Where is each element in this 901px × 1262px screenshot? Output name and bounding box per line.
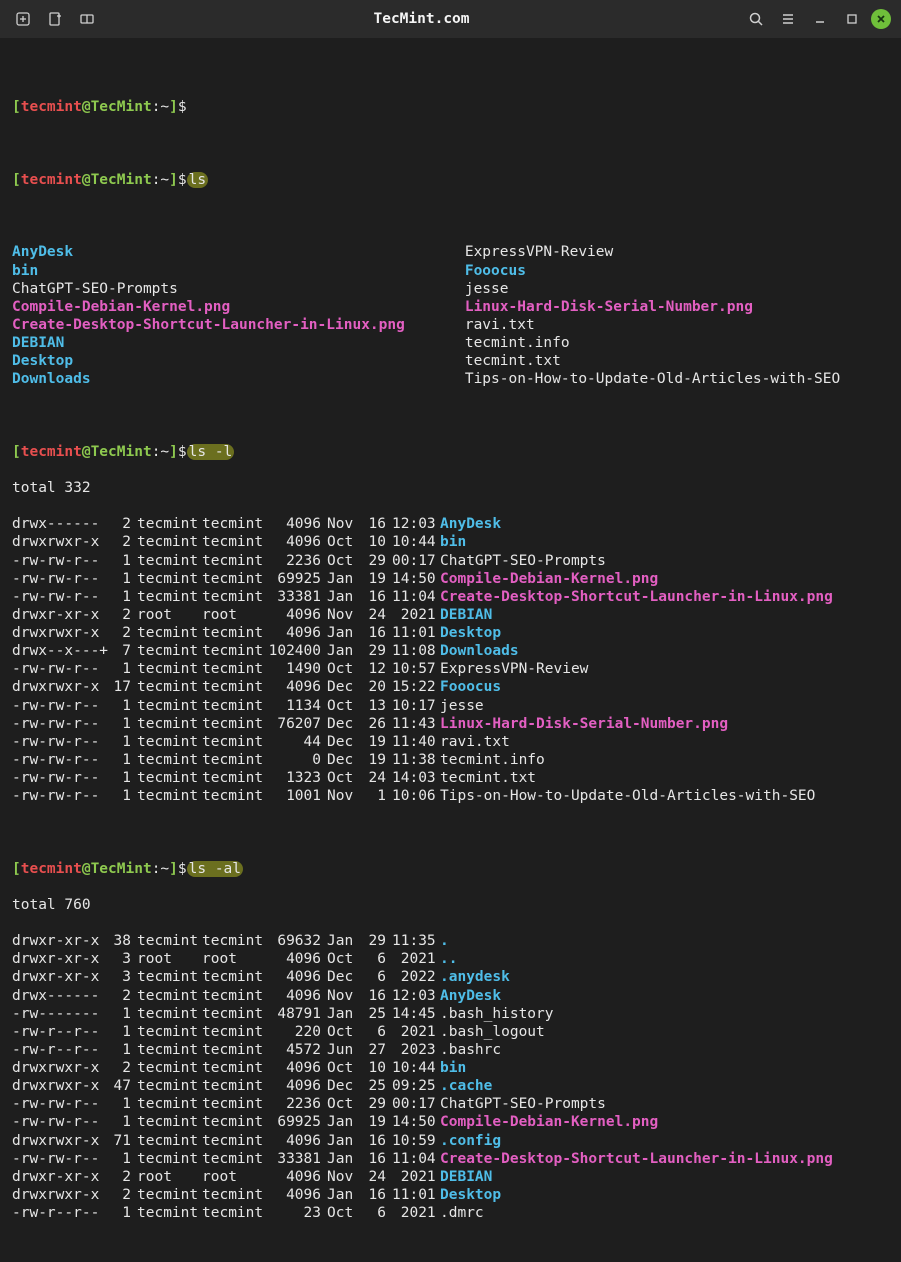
ls-long-row: -rw-r--r--1tecminttecmint23Oct6 2021.dmr… [12, 1204, 889, 1222]
ls-item: AnyDesk [12, 243, 405, 261]
ls-item: ExpressVPN-Review [465, 243, 840, 261]
ls-long-row: -rw-rw-r--1tecminttecmint33381Jan1611:04… [12, 588, 889, 606]
ls-long-row: -rw-------1tecminttecmint48791Jan2514:45… [12, 1005, 889, 1023]
toggle-split-button[interactable] [74, 6, 100, 32]
ls-item: DEBIAN [12, 334, 405, 352]
ls-item: bin [12, 262, 405, 280]
ls-long-row: drwxr-xr-x2rootroot4096Nov24 2021DEBIAN [12, 606, 889, 624]
prompt-line-lsal: [tecmint@TecMint:~]$ls -al [12, 860, 889, 878]
ls-long-row: -rw-rw-r--1tecminttecmint1323Oct2414:03t… [12, 769, 889, 787]
ls-item: ChatGPT-SEO-Prompts [12, 280, 405, 298]
ls-long-row: drwxr-xr-x2rootroot4096Nov24 2021DEBIAN [12, 1168, 889, 1186]
ls-long-row: drwxrwxr-x71tecminttecmint4096Jan1610:59… [12, 1132, 889, 1150]
prompt-line-lsl: [tecmint@TecMint:~]$ls -l [12, 443, 889, 461]
ls-long-row: -rw-r--r--1tecminttecmint220Oct6 2021.ba… [12, 1023, 889, 1041]
ls-long-row: drwxrwxr-x2tecminttecmint4096Jan1611:01D… [12, 1186, 889, 1204]
prompt-line: [tecmint@TecMint:~]$ [12, 98, 889, 116]
ls-long-row: drwx------2tecminttecmint4096Nov1612:03A… [12, 515, 889, 533]
ls-al-output: drwxr-xr-x38tecminttecmint69632Jan2911:3… [12, 932, 889, 1222]
ls-item: tecmint.txt [465, 352, 840, 370]
ls-item: Desktop [12, 352, 405, 370]
ls-item: Fooocus [465, 262, 840, 280]
ls-long-row: -rw-rw-r--1tecminttecmint2236Oct2900:17C… [12, 552, 889, 570]
ls-long-row: -rw-rw-r--1tecminttecmint1134Oct1310:17j… [12, 697, 889, 715]
ls-long-row: -rw-rw-r--1tecminttecmint44Dec1911:40rav… [12, 733, 889, 751]
ls-l-output: drwx------2tecminttecmint4096Nov1612:03A… [12, 515, 889, 805]
maximize-button[interactable] [839, 6, 865, 32]
minimize-button[interactable] [807, 6, 833, 32]
ls-item: Downloads [12, 370, 405, 388]
ls-long-row: -rw-rw-r--1tecminttecmint1001Nov110:06Ti… [12, 787, 889, 805]
ls-item: Linux-Hard-Disk-Serial-Number.png [465, 298, 840, 316]
highlight-lsal: ls -al [187, 861, 243, 877]
ls-long-row: -rw-rw-r--1tecminttecmint1490Oct1210:57E… [12, 660, 889, 678]
ls-long-row: -rw-rw-r--1tecminttecmint33381Jan1611:04… [12, 1150, 889, 1168]
ls-item: ravi.txt [465, 316, 840, 334]
search-button[interactable] [743, 6, 769, 32]
ls-long-row: -rw-rw-r--1tecminttecmint2236Oct2900:17C… [12, 1095, 889, 1113]
ls-short-output: AnyDeskbinChatGPT-SEO-PromptsCompile-Deb… [12, 243, 889, 388]
ls-long-row: drwxr-xr-x3tecminttecmint4096Dec6 2022.a… [12, 968, 889, 986]
terminal-output[interactable]: [tecmint@TecMint:~]$ [tecmint@TecMint:~]… [0, 38, 901, 1262]
ls-long-row: drwxr-xr-x38tecminttecmint69632Jan2911:3… [12, 932, 889, 950]
ls-item: Create-Desktop-Shortcut-Launcher-in-Linu… [12, 316, 405, 334]
close-button[interactable] [871, 9, 891, 29]
prompt-line-ls: [tecmint@TecMint:~]$ls [12, 171, 889, 189]
ls-long-row: -rw-rw-r--1tecminttecmint0Dec1911:38tecm… [12, 751, 889, 769]
titlebar: TecMint.com [0, 0, 901, 38]
ls-al-total: total 760 [12, 896, 889, 914]
new-window-button[interactable] [42, 6, 68, 32]
ls-long-row: drwxrwxr-x2tecminttecmint4096Oct1010:44b… [12, 1059, 889, 1077]
ls-long-row: drwxrwxr-x2tecminttecmint4096Jan1611:01D… [12, 624, 889, 642]
ls-long-row: drwxrwxr-x2tecminttecmint4096Oct1010:44b… [12, 533, 889, 551]
ls-item: Tips-on-How-to-Update-Old-Articles-with-… [465, 370, 840, 388]
ls-l-total: total 332 [12, 479, 889, 497]
ls-long-row: drwxr-xr-x3rootroot4096Oct6 2021.. [12, 950, 889, 968]
ls-item: jesse [465, 280, 840, 298]
ls-item: Compile-Debian-Kernel.png [12, 298, 405, 316]
ls-long-row: drwxrwxr-x17tecminttecmint4096Dec2015:22… [12, 678, 889, 696]
ls-long-row: drwxrwxr-x47tecminttecmint4096Dec2509:25… [12, 1077, 889, 1095]
window-title: TecMint.com [373, 10, 469, 28]
ls-long-row: -rw-rw-r--1tecminttecmint69925Jan1914:50… [12, 570, 889, 588]
menu-button[interactable] [775, 6, 801, 32]
ls-item: tecmint.info [465, 334, 840, 352]
ls-long-row: drwx------2tecminttecmint4096Nov1612:03A… [12, 987, 889, 1005]
new-tab-button[interactable] [10, 6, 36, 32]
ls-long-row: -rw-r--r--1tecminttecmint4572Jun27 2023.… [12, 1041, 889, 1059]
ls-long-row: drwx--x---+7tecminttecmint102400Jan2911:… [12, 642, 889, 660]
ls-long-row: -rw-rw-r--1tecminttecmint69925Jan1914:50… [12, 1113, 889, 1131]
highlight-ls: ls [187, 172, 208, 188]
highlight-lsl: ls -l [187, 444, 235, 460]
ls-long-row: -rw-rw-r--1tecminttecmint76207Dec2611:43… [12, 715, 889, 733]
